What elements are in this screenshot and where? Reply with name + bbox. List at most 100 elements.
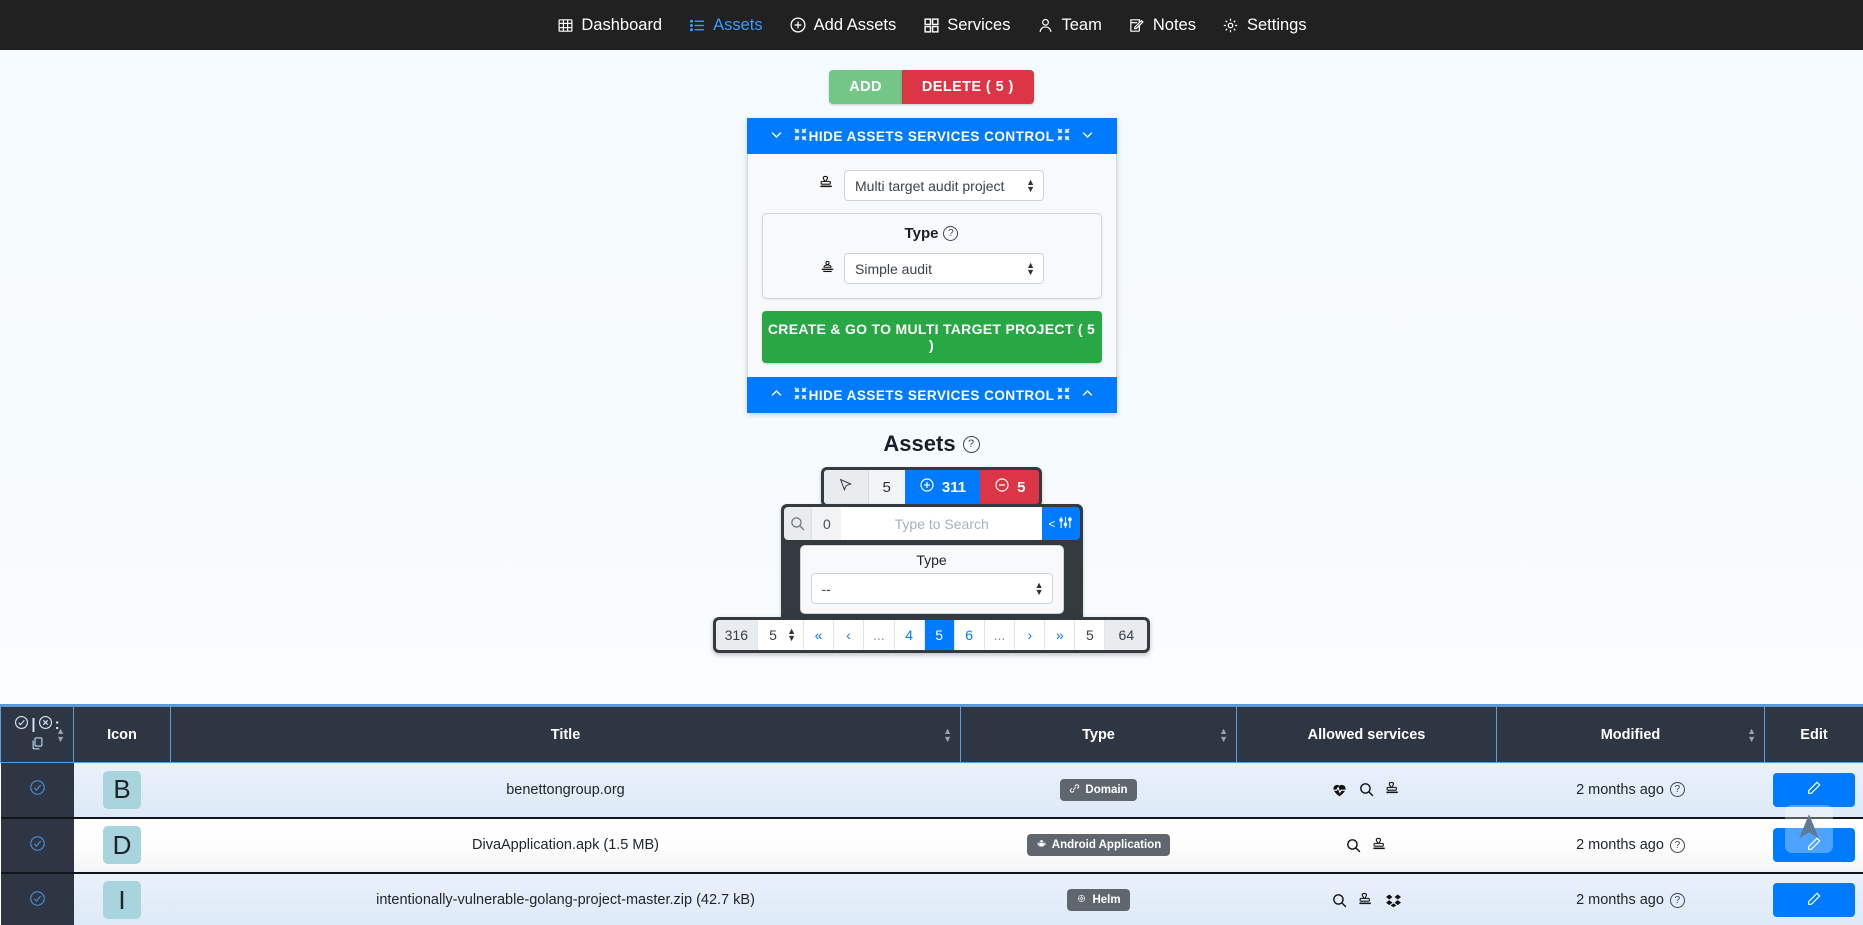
modified-text: 2 months ago	[1576, 892, 1664, 908]
heartbeat-icon[interactable]	[1331, 781, 1348, 798]
nav-item-assets[interactable]: Assets	[688, 16, 763, 35]
nav-item-add-assets[interactable]: Add Assets	[789, 16, 896, 35]
x-circle-icon[interactable]	[38, 715, 53, 734]
table-row[interactable]: B benettongroup.org Domain 2 months ago …	[0, 762, 1863, 819]
pagination-prev[interactable]: ‹	[834, 620, 864, 650]
nav-item-dashboard[interactable]: Dashboard	[556, 16, 662, 35]
nav-item-notes[interactable]: Notes	[1128, 16, 1196, 35]
check-circle-icon[interactable]	[29, 779, 46, 796]
row-type-cell: Helm	[960, 872, 1237, 925]
row-services-cell	[1236, 762, 1497, 819]
row-select-cell[interactable]	[0, 872, 74, 925]
filter-toggle-button[interactable]: <	[1042, 507, 1080, 540]
search-icon[interactable]	[1358, 781, 1375, 798]
table-row[interactable]: I intentionally-vulnerable-golang-projec…	[0, 872, 1863, 925]
counter-group: 5 311 5	[820, 467, 1043, 507]
row-modified-cell: 2 months ago ?	[1496, 872, 1765, 925]
chevron-updown-icon: ▲ ▼	[1034, 579, 1044, 597]
edit-button[interactable]	[1773, 883, 1855, 917]
dropbox-icon[interactable]	[1385, 892, 1402, 909]
column-header-icon: Icon	[73, 706, 171, 763]
chevron-up-icon	[1080, 386, 1095, 404]
plus-circle-icon	[919, 477, 935, 497]
hide-services-control-bottom-bar[interactable]: HIDE ASSETS SERVICES CONTROL	[746, 377, 1117, 413]
column-header-modified[interactable]: Modified ▲ ▼	[1496, 706, 1765, 763]
assets-table: | : ▲ ▼ Icon Title ▲ ▼ Type ▲ ▼ Allowed …	[0, 706, 1863, 925]
help-icon[interactable]: ?	[1669, 892, 1685, 908]
modified-text: 2 months ago	[1576, 837, 1664, 853]
stamp-icon[interactable]	[1372, 837, 1389, 854]
add-button[interactable]: ADD	[829, 70, 902, 104]
counter-removed[interactable]: 5	[980, 470, 1040, 504]
stamp-icon[interactable]	[1385, 781, 1402, 798]
book-icon	[556, 16, 574, 34]
type-select[interactable]: Simple audit ▲ ▼	[844, 253, 1044, 284]
check-circle-icon[interactable]	[14, 715, 29, 734]
edit-button[interactable]	[1773, 772, 1855, 807]
pagination-last[interactable]: »	[1045, 620, 1076, 650]
top-bar-left-icons	[769, 127, 808, 145]
column-header-select[interactable]: | : ▲ ▼	[0, 706, 74, 763]
nav-item-services[interactable]: Services	[922, 16, 1011, 35]
pagination-page-5-active[interactable]: 5	[924, 620, 955, 650]
pagination-next[interactable]: ›	[1015, 620, 1046, 650]
pagination-page-4[interactable]: 4	[894, 620, 925, 650]
service-icon-list	[1238, 837, 1496, 854]
type-filter-select[interactable]: -- ▲ ▼	[810, 573, 1053, 604]
table-body: B benettongroup.org Domain 2 months ago …	[0, 762, 1863, 925]
help-icon[interactable]: ?	[962, 435, 980, 453]
type-label: Type	[904, 225, 939, 242]
modified-text: 2 months ago	[1576, 781, 1664, 798]
row-title-cell[interactable]: intentionally-vulnerable-golang-project-…	[170, 872, 961, 925]
column-header-title[interactable]: Title ▲ ▼	[170, 706, 961, 763]
help-icon[interactable]: ?	[943, 226, 959, 241]
row-select-cell[interactable]	[0, 762, 74, 819]
row-title-cell[interactable]: benettongroup.org	[170, 762, 961, 819]
project-select[interactable]: Multi target audit project ▲ ▼	[844, 170, 1044, 201]
search-icon[interactable]	[1345, 837, 1362, 854]
pencil-icon	[1806, 780, 1822, 799]
type-filter-label: Type	[916, 552, 947, 568]
table-row[interactable]: D DivaApplication.apk (1.5 MB) Android A…	[0, 817, 1863, 874]
delete-button[interactable]: DELETE ( 5 )	[901, 70, 1034, 104]
pagination-per-page-select[interactable]: 5 ▲ ▼	[758, 620, 804, 650]
collapse-icon	[793, 127, 808, 145]
collapse-icon	[1056, 386, 1071, 404]
copy-icon[interactable]	[30, 736, 45, 755]
sort-icon[interactable]: ▲ ▼	[1219, 726, 1228, 743]
pagination-first[interactable]: «	[804, 620, 834, 650]
counter-total[interactable]: 311	[904, 470, 981, 504]
column-header-type[interactable]: Type ▲ ▼	[960, 706, 1237, 763]
row-title-cell[interactable]: DivaApplication.apk (1.5 MB)	[170, 817, 961, 874]
action-button-row: ADD DELETE ( 5 )	[0, 50, 1863, 104]
table-header-row: | : ▲ ▼ Icon Title ▲ ▼ Type ▲ ▼ Allowed …	[0, 706, 1863, 763]
pagination-current-input[interactable]: 5	[1075, 620, 1106, 650]
row-type-cell: Domain	[960, 762, 1237, 819]
nav-item-team[interactable]: Team	[1037, 16, 1102, 35]
counter-selected-icon[interactable]	[823, 470, 868, 504]
search-icon[interactable]	[1331, 892, 1348, 909]
sort-icon[interactable]: ▲ ▼	[943, 726, 952, 743]
search-icon[interactable]	[783, 507, 812, 540]
help-icon[interactable]: ?	[1669, 837, 1685, 853]
help-icon[interactable]: ?	[1669, 782, 1685, 798]
sort-icon[interactable]: ▲ ▼	[56, 726, 65, 743]
scroll-to-top-button[interactable]	[1785, 805, 1833, 853]
check-circle-icon[interactable]	[29, 890, 46, 907]
chevron-down-icon	[769, 127, 784, 145]
stamp-icon[interactable]	[1358, 892, 1375, 909]
hide-services-control-top-bar[interactable]: HIDE ASSETS SERVICES CONTROL	[746, 118, 1117, 154]
gear-icon	[1222, 16, 1240, 34]
pagination-page-6[interactable]: 6	[954, 620, 985, 650]
search-input[interactable]	[841, 507, 1043, 540]
nav-item-settings[interactable]: Settings	[1222, 16, 1307, 35]
avatar: D	[103, 826, 141, 864]
row-services-cell	[1236, 817, 1497, 874]
counter-selected-value[interactable]: 5	[867, 470, 905, 504]
create-go-to-project-button[interactable]: CREATE & GO TO MULTI TARGET PROJECT ( 5 …	[761, 311, 1102, 363]
check-circle-icon[interactable]	[29, 835, 46, 852]
search-area: 0 < Type -- ▲▼	[0, 504, 1863, 623]
row-select-cell[interactable]	[0, 817, 74, 874]
sort-icon[interactable]: ▲ ▼	[1747, 726, 1756, 743]
nav-label: Settings	[1246, 15, 1307, 34]
